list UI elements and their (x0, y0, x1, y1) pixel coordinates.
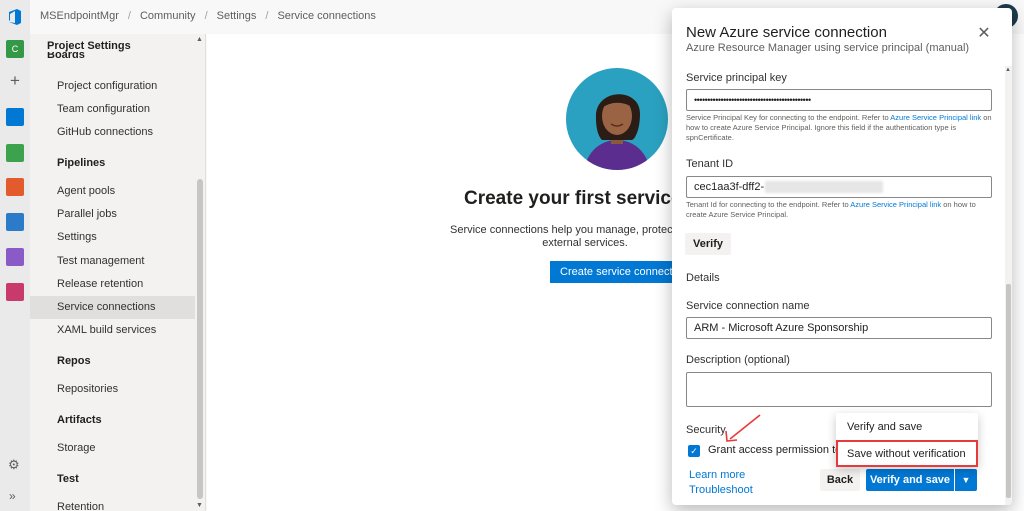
verify-and-save-button[interactable]: Verify and save (866, 469, 954, 491)
details-label: Details (686, 272, 720, 284)
tenant-id-help: Tenant Id for connecting to the endpoint… (686, 200, 996, 220)
nav-heading-boards: Boards (47, 52, 85, 60)
nav-item-retention[interactable]: Retention (57, 501, 104, 511)
project-avatar-icon[interactable]: C (6, 40, 24, 58)
learn-more-link[interactable]: Learn more (689, 469, 745, 481)
tenant-id-field[interactable]: cec1aa3f-dff2- (686, 176, 992, 198)
nav-heading-pipelines: Pipelines (57, 157, 106, 169)
gear-icon[interactable]: ⚙ (8, 457, 20, 473)
test-plans-icon[interactable] (6, 248, 24, 266)
nav-item-agent-pools[interactable]: Agent pools (57, 185, 115, 197)
service-principal-key-field[interactable]: ••••••••••••••••••••••••••••••••••••••••… (686, 89, 992, 111)
artifacts-icon[interactable] (6, 283, 24, 301)
back-button[interactable]: Back (820, 469, 860, 491)
menu-item-save-without-verification[interactable]: Save without verification (847, 448, 966, 460)
breadcrumb-current[interactable]: Service connections (277, 10, 375, 22)
close-icon[interactable]: ✕ (976, 26, 992, 42)
breadcrumb-separator: / (265, 10, 269, 22)
empty-state-description-line2: external services. (542, 237, 628, 249)
breadcrumb-org[interactable]: MSEndpointMgr (40, 10, 119, 22)
nav-heading-artifacts: Artifacts (57, 414, 102, 426)
chevron-down-icon[interactable]: ▼ (955, 469, 977, 491)
nav-item-storage[interactable]: Storage (57, 442, 96, 454)
service-principal-key-help: Service Principal Key for connecting to … (686, 113, 996, 143)
project-settings-nav: Project Settings Boards Project configur… (30, 34, 206, 511)
nav-item-repositories[interactable]: Repositories (57, 383, 118, 395)
person-illustration-icon (566, 68, 668, 170)
boards-icon[interactable] (6, 144, 24, 162)
tenant-help-link[interactable]: Azure Service Principal link (850, 200, 941, 209)
service-connection-name-label: Service connection name (686, 300, 810, 312)
tenant-id-value: cec1aa3f-dff2- (694, 181, 765, 193)
annotation-arrow-icon (725, 414, 761, 442)
empty-state-description: Service connections help you manage, pro… (450, 224, 694, 250)
scroll-down-icon[interactable]: ▼ (196, 502, 203, 509)
nav-heading-repos: Repos (57, 355, 91, 367)
breadcrumb-separator: / (204, 10, 208, 22)
nav-item-parallel-jobs[interactable]: Parallel jobs (57, 208, 117, 220)
save-options-menu: Verify and save Save without verificatio… (836, 413, 978, 467)
menu-item-verify-and-save[interactable]: Verify and save (847, 421, 922, 433)
description-field[interactable] (686, 372, 992, 407)
service-connection-name-field[interactable]: ARM - Microsoft Azure Sponsorship (686, 317, 992, 339)
verify-button[interactable]: Verify (685, 233, 731, 255)
service-principal-key-label: Service principal key (686, 72, 787, 84)
nav-item-github-connections[interactable]: GitHub connections (57, 126, 153, 138)
nav-item-settings[interactable]: Settings (57, 231, 97, 243)
grant-access-checkbox[interactable]: ✓ (688, 445, 700, 457)
nav-item-xaml-build-services[interactable]: XAML build services (57, 324, 156, 336)
empty-state-title: Create your first service (464, 188, 682, 209)
nav-item-test-management[interactable]: Test management (57, 255, 144, 267)
left-rail: C + ⚙ » (0, 0, 30, 511)
panel-scrollbar-thumb[interactable] (1006, 284, 1011, 498)
scroll-up-icon[interactable]: ▲ (1005, 67, 1011, 73)
pipelines-icon[interactable] (6, 213, 24, 231)
troubleshoot-link[interactable]: Troubleshoot (689, 484, 753, 496)
nav-item-release-retention[interactable]: Release retention (57, 278, 143, 290)
spk-help-link[interactable]: Azure Service Principal link (890, 113, 981, 122)
breadcrumb-separator: / (127, 10, 131, 22)
create-service-connection-button[interactable]: Create service connectio (550, 261, 690, 283)
panel-subtitle: Azure Resource Manager using service pri… (686, 42, 970, 54)
empty-state-description-line1: Service connections help you manage, pro… (450, 224, 694, 236)
tenant-help-text-1: Tenant Id for connecting to the endpoint… (686, 200, 851, 209)
overview-icon[interactable] (6, 108, 24, 126)
scroll-up-icon[interactable]: ▲ (196, 36, 203, 43)
nav-item-team-configuration[interactable]: Team configuration (57, 103, 150, 115)
redacted-blur (765, 181, 884, 194)
nav-heading-test: Test (57, 473, 79, 485)
nav-scrollbar-thumb[interactable] (197, 179, 203, 499)
spk-help-text-1: Service Principal Key for connecting to … (686, 113, 891, 122)
nav-item-project-configuration[interactable]: Project configuration (57, 80, 157, 92)
add-icon[interactable]: + (6, 72, 24, 90)
nav-title: Project Settings (47, 40, 131, 52)
breadcrumb: MSEndpointMgr / Community / Settings / S… (40, 10, 376, 22)
double-chevron-icon[interactable]: » (9, 489, 16, 503)
grant-access-label[interactable]: Grant access permission to a (708, 444, 836, 456)
nav-item-service-connections[interactable]: Service connections (57, 301, 155, 313)
tenant-id-label: Tenant ID (686, 158, 734, 170)
rail-bottom: ⚙ » (0, 447, 30, 511)
breadcrumb-project[interactable]: Community (140, 10, 196, 22)
panel-title: New Azure service connection (686, 24, 887, 41)
description-label: Description (optional) (686, 354, 790, 366)
repos-icon[interactable] (6, 178, 24, 196)
breadcrumb-settings[interactable]: Settings (217, 10, 257, 22)
security-label: Security (686, 424, 726, 436)
azure-devops-logo-icon[interactable] (7, 8, 23, 26)
